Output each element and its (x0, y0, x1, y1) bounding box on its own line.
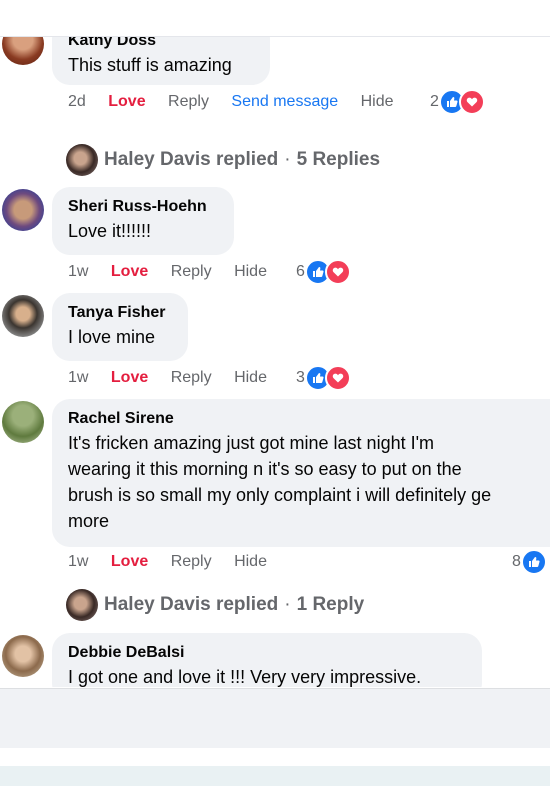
comment-text: I love mine (68, 327, 156, 347)
avatar (66, 589, 98, 621)
like-icon (520, 549, 547, 575)
reaction-count: 2 (430, 93, 439, 110)
comment-time[interactable]: 2d (68, 90, 86, 114)
comment-bubble: Kathy Doss This stuff is amazing (52, 37, 270, 85)
hide-button[interactable]: Hide (234, 550, 267, 574)
avatar[interactable] (2, 37, 44, 65)
reply-button[interactable]: Reply (168, 90, 209, 114)
comment-actions: 2d Love Reply Send message Hide (68, 90, 412, 114)
love-button[interactable]: Love (108, 90, 145, 114)
hide-button[interactable]: Hide (361, 90, 394, 114)
comment-text-line: brush is so small my only complaint i wi… (68, 485, 492, 505)
reaction-count: 3 (296, 369, 305, 386)
comment-composer-area (0, 688, 550, 749)
top-bar (0, 0, 550, 37)
comment-text: This stuff is amazing (68, 55, 232, 75)
comment-text: I got one and love it !!! Very very impr… (68, 667, 422, 687)
send-message-button[interactable]: Send message (231, 90, 338, 114)
reaction-summary[interactable]: 3 (296, 365, 351, 391)
comment-author[interactable]: Sheri Russ-Hoehn (68, 196, 218, 218)
comment-time[interactable]: 1w (68, 260, 88, 284)
comment-actions: 1w Love Reply Hide (68, 550, 285, 574)
reaction-count: 6 (296, 263, 305, 280)
comment-text-line: wearing it this morning n it's so easy t… (68, 459, 462, 479)
comment-actions: 1w Love Reply Hide (68, 260, 285, 284)
love-button[interactable]: Love (111, 366, 148, 390)
spacer (0, 748, 550, 766)
comment-bubble: Debbie DeBalsi I got one and love it !!!… (52, 633, 482, 687)
hide-button[interactable]: Hide (234, 260, 267, 284)
reaction-count: 8 (512, 553, 521, 570)
comment-bubble: Sheri Russ-Hoehn Love it!!!!!! (52, 187, 234, 255)
view-replies-link[interactable]: Haley Davis replied · 1 Reply (66, 589, 364, 621)
comment-bubble: Tanya Fisher I love mine (52, 293, 188, 361)
reaction-summary[interactable]: 8 (512, 549, 547, 575)
avatar[interactable] (2, 295, 44, 337)
avatar (66, 144, 98, 176)
heart-icon (324, 259, 351, 285)
heart-icon (458, 89, 485, 115)
comment-text-line: more (68, 511, 110, 531)
comment-author[interactable]: Rachel Sirene (68, 408, 546, 430)
love-button[interactable]: Love (111, 550, 148, 574)
comment-author[interactable]: Tanya Fisher (68, 302, 172, 324)
reaction-summary[interactable]: 6 (296, 259, 351, 285)
hide-button[interactable]: Hide (234, 366, 267, 390)
separator: · (284, 594, 291, 615)
avatar[interactable] (2, 189, 44, 231)
reply-button[interactable]: Reply (171, 366, 212, 390)
avatar[interactable] (2, 635, 44, 677)
comment-actions: 1w Love Reply Hide (68, 366, 285, 390)
view-replies-link[interactable]: Haley Davis replied · 5 Replies (66, 144, 380, 176)
reply-count: 1 Reply (296, 594, 365, 615)
separator: · (284, 149, 291, 170)
reaction-summary[interactable]: 2 (430, 89, 485, 115)
reply-button[interactable]: Reply (171, 260, 212, 284)
heart-icon (324, 365, 351, 391)
comments-feed: Kathy Doss This stuff is amazing 2d Love… (0, 37, 550, 687)
bottom-bar (0, 766, 550, 786)
replied-by: Haley Davis replied (104, 594, 279, 615)
comment-bubble: Rachel Sirene It's fricken amazing just … (52, 399, 550, 547)
replied-by: Haley Davis replied (104, 149, 279, 170)
comment-author[interactable]: Kathy Doss (68, 37, 254, 52)
comment-time[interactable]: 1w (68, 550, 88, 574)
reply-count: 5 Replies (296, 149, 381, 170)
comment-time[interactable]: 1w (68, 366, 88, 390)
love-button[interactable]: Love (111, 260, 148, 284)
avatar[interactable] (2, 401, 44, 443)
comment-text: Love it!!!!!! (68, 221, 152, 241)
comment-author[interactable]: Debbie DeBalsi (68, 642, 466, 664)
reply-button[interactable]: Reply (171, 550, 212, 574)
comment-text-line: It's fricken amazing just got mine last … (68, 433, 435, 453)
